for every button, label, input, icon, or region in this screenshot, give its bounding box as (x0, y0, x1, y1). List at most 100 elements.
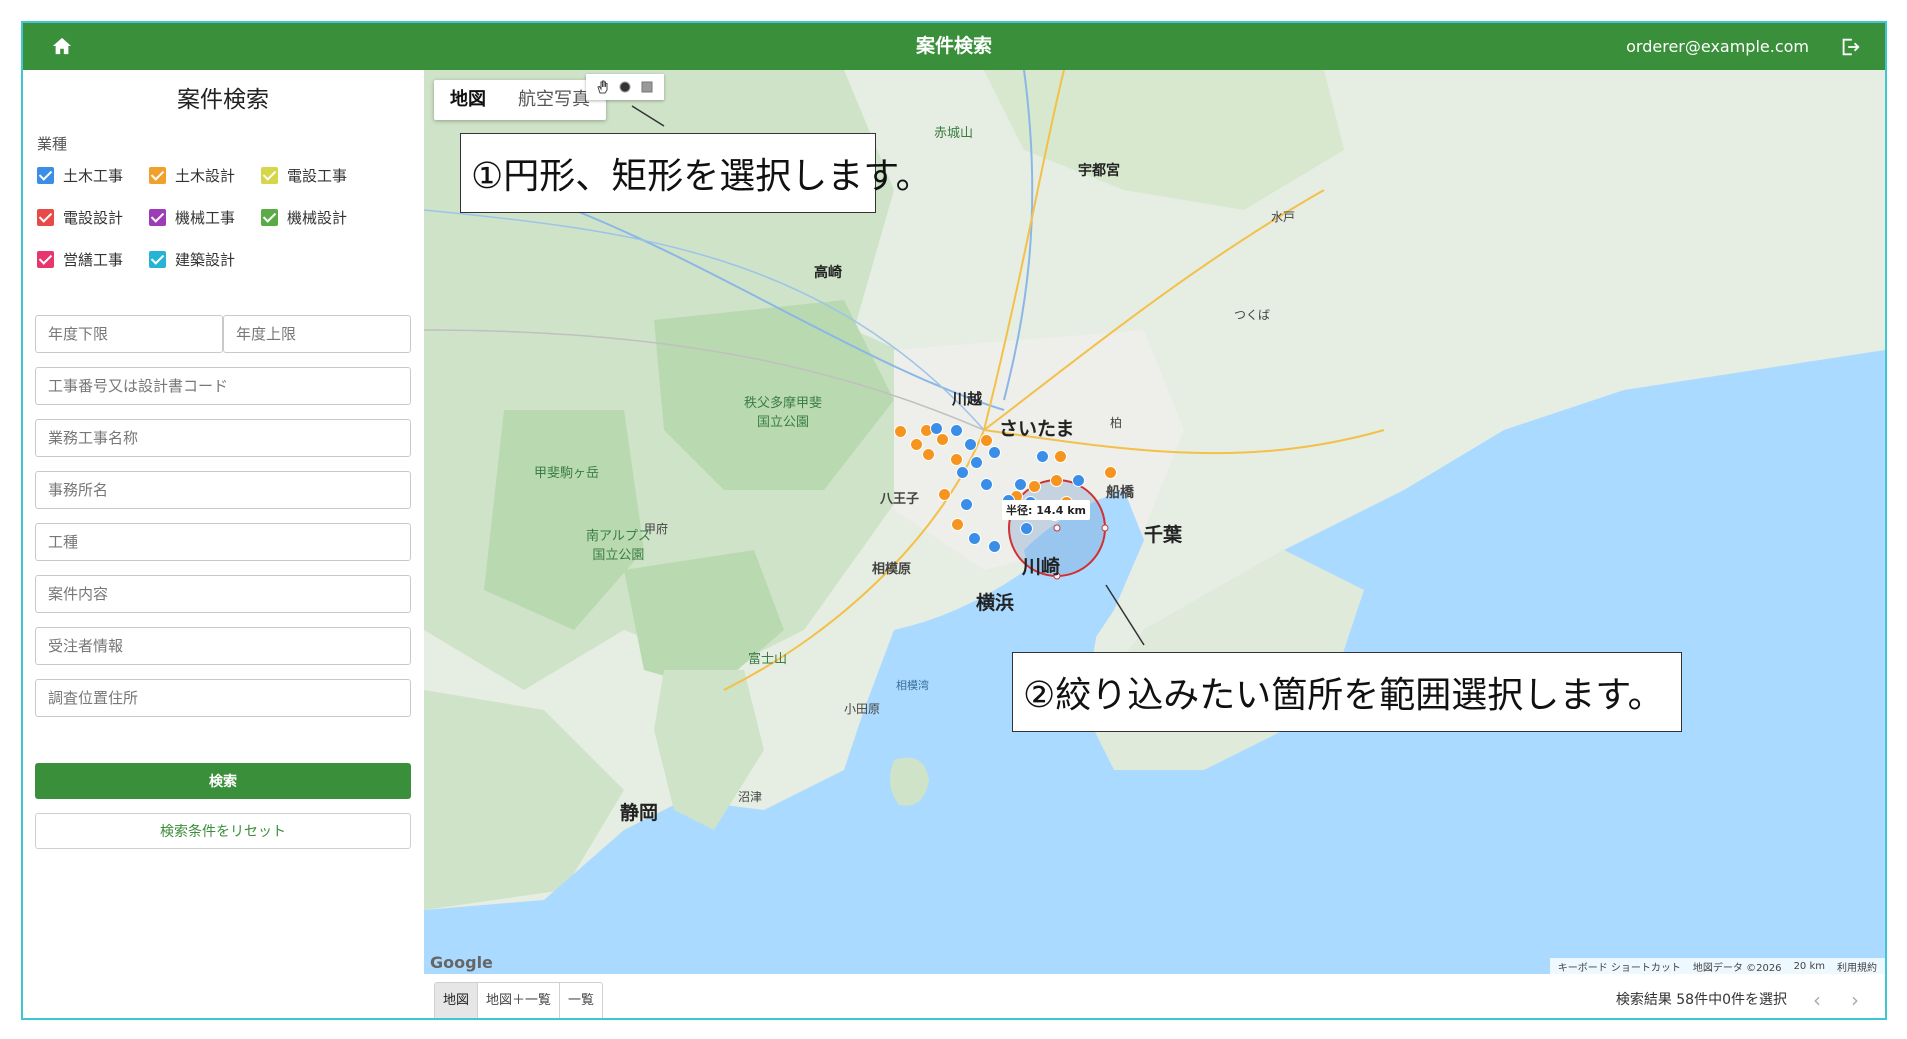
map-marker-blue[interactable] (950, 424, 963, 437)
checkbox-box[interactable] (149, 166, 166, 184)
map-marker-orange[interactable] (922, 448, 935, 461)
view-tab-list[interactable]: 一覧 (560, 983, 602, 1018)
map-label: 水戸 (1271, 210, 1296, 224)
drawing-tools (586, 74, 664, 100)
map-label-park: 富士山 (748, 652, 788, 667)
search-button[interactable]: 検索 (35, 763, 411, 799)
map-label: 小田原 (844, 702, 881, 716)
map-marker-orange[interactable] (980, 434, 993, 447)
chevron-left-icon[interactable]: ‹ (1807, 990, 1827, 1010)
map-marker-blue[interactable] (1020, 522, 1033, 535)
map-type-control: 地図 航空写真 (434, 80, 606, 120)
map-marker-orange[interactable] (1050, 474, 1063, 487)
checkbox-category-6[interactable]: 営繕工事 (37, 247, 123, 271)
map-type-map[interactable]: 地図 (434, 80, 502, 120)
keyboard-shortcuts-link[interactable]: キーボード ショートカット (1558, 959, 1681, 974)
map-marker-orange[interactable] (1054, 450, 1067, 463)
map-marker-orange[interactable] (938, 488, 951, 501)
checkbox-box[interactable] (37, 166, 54, 184)
map-marker-blue[interactable] (964, 438, 977, 451)
checkbox-label: 土木設計 (175, 166, 236, 185)
map-label: さいたま (999, 418, 1075, 440)
checkbox-category-0[interactable]: 土木工事 (37, 163, 123, 187)
map-marker-blue[interactable] (1072, 474, 1085, 487)
view-tab-map[interactable]: 地図 (435, 983, 479, 1018)
map-view[interactable]: さいたま 川越 千葉 川崎 横浜 静岡 宇都宮 高崎 船橋 相模原 八王子 甲府… (424, 70, 1885, 974)
checkbox-box[interactable] (149, 250, 166, 268)
map-label: 沼津 (738, 790, 763, 804)
map-label-water: 相模湾 (896, 679, 929, 692)
checkbox-category-7[interactable]: 建築設計 (149, 247, 235, 271)
checkbox-category-2[interactable]: 電設工事 (261, 163, 347, 187)
map-data-credit: 地図データ ©2026 (1692, 962, 1782, 974)
map-marker-orange[interactable] (950, 453, 963, 466)
checkbox-box[interactable] (261, 208, 278, 226)
checkbox-category-5[interactable]: 機械設計 (261, 205, 347, 229)
checkbox-box[interactable] (149, 208, 166, 226)
map-label: 静岡 (620, 802, 659, 824)
map-marker-blue[interactable] (960, 498, 973, 511)
code-input[interactable] (35, 367, 411, 405)
reset-button[interactable]: 検索条件をリセット (35, 813, 411, 849)
map-marker-blue[interactable] (1036, 450, 1049, 463)
google-logo: Google (430, 953, 493, 972)
chevron-right-icon[interactable]: › (1845, 990, 1865, 1010)
checkbox-label: 営繕工事 (63, 250, 124, 269)
circle-tool-icon[interactable] (614, 76, 636, 98)
map-label: つくば (1234, 308, 1271, 322)
year-min-input[interactable] (35, 315, 223, 353)
callout-select-area: ②絞り込みたい箇所を範囲選択します。 (1012, 652, 1682, 732)
map-marker-blue[interactable] (988, 540, 1001, 553)
office-input[interactable] (35, 471, 411, 509)
checkbox-label: 機械設計 (287, 208, 348, 227)
map-label: 川越 (952, 390, 983, 408)
address-input[interactable] (35, 679, 411, 717)
checkbox-box[interactable] (37, 250, 54, 268)
map-marker-orange[interactable] (951, 518, 964, 531)
app-window: 案件検索 orderer@example.com 案件検索 業種 土木工事 土木… (21, 21, 1887, 1020)
hand-icon[interactable] (592, 76, 614, 98)
category-label: 業種 (37, 135, 68, 153)
view-tab-map-list[interactable]: 地図＋一覧 (478, 983, 561, 1018)
work-type-input[interactable] (35, 523, 411, 561)
checkbox-category-4[interactable]: 機械工事 (149, 205, 235, 229)
map-marker-orange[interactable] (936, 433, 949, 446)
map-marker-blue[interactable] (970, 456, 983, 469)
map-marker-blue[interactable] (988, 446, 1001, 459)
year-max-input[interactable] (223, 315, 411, 353)
map-marker-blue[interactable] (930, 422, 943, 435)
map-label: 千葉 (1144, 524, 1183, 546)
search-sidebar: 案件検索 業種 土木工事 土木設計 電設工事 電設設計 機械工事 機械設計 営繕… (23, 70, 423, 1018)
checkbox-label: 機械工事 (175, 208, 236, 227)
rectangle-tool-icon[interactable] (636, 76, 658, 98)
map-label: 川崎 (1022, 556, 1061, 578)
checkbox-label: 土木工事 (63, 166, 124, 185)
search-result-count: 検索結果 58件中0件を選択 (1615, 992, 1787, 1008)
name-input[interactable] (35, 419, 411, 457)
contractor-input[interactable] (35, 627, 411, 665)
map-marker-orange[interactable] (1028, 480, 1041, 493)
checkbox-box[interactable] (37, 208, 54, 226)
map-marker-blue[interactable] (956, 466, 969, 479)
terms-link[interactable]: 利用規約 (1837, 959, 1877, 974)
map-marker-blue[interactable] (968, 532, 981, 545)
user-email: orderer@example.com (1626, 37, 1809, 56)
map-marker-orange[interactable] (910, 438, 923, 451)
checkbox-label: 電設設計 (63, 208, 124, 227)
checkbox-label: 電設工事 (287, 166, 348, 185)
radius-label: 半径: 14.4 km (1002, 500, 1090, 520)
checkbox-category-1[interactable]: 土木設計 (149, 163, 235, 187)
map-label: 船橋 (1106, 485, 1134, 501)
checkbox-box[interactable] (261, 166, 278, 184)
map-marker-orange[interactable] (1104, 466, 1117, 479)
map-marker-blue[interactable] (980, 478, 993, 491)
checkbox-label: 建築設計 (175, 250, 236, 269)
logout-icon[interactable] (1839, 36, 1861, 58)
content-input[interactable] (35, 575, 411, 613)
map-marker-orange[interactable] (894, 425, 907, 438)
map-marker-blue[interactable] (1014, 478, 1027, 491)
map-label: 宇都宮 (1078, 163, 1120, 179)
view-mode-tabs: 地図 地図＋一覧 一覧 (434, 982, 604, 1018)
callout-select-shape: ①円形、矩形を選択します。 (460, 133, 932, 213)
checkbox-category-3[interactable]: 電設設計 (37, 205, 123, 229)
